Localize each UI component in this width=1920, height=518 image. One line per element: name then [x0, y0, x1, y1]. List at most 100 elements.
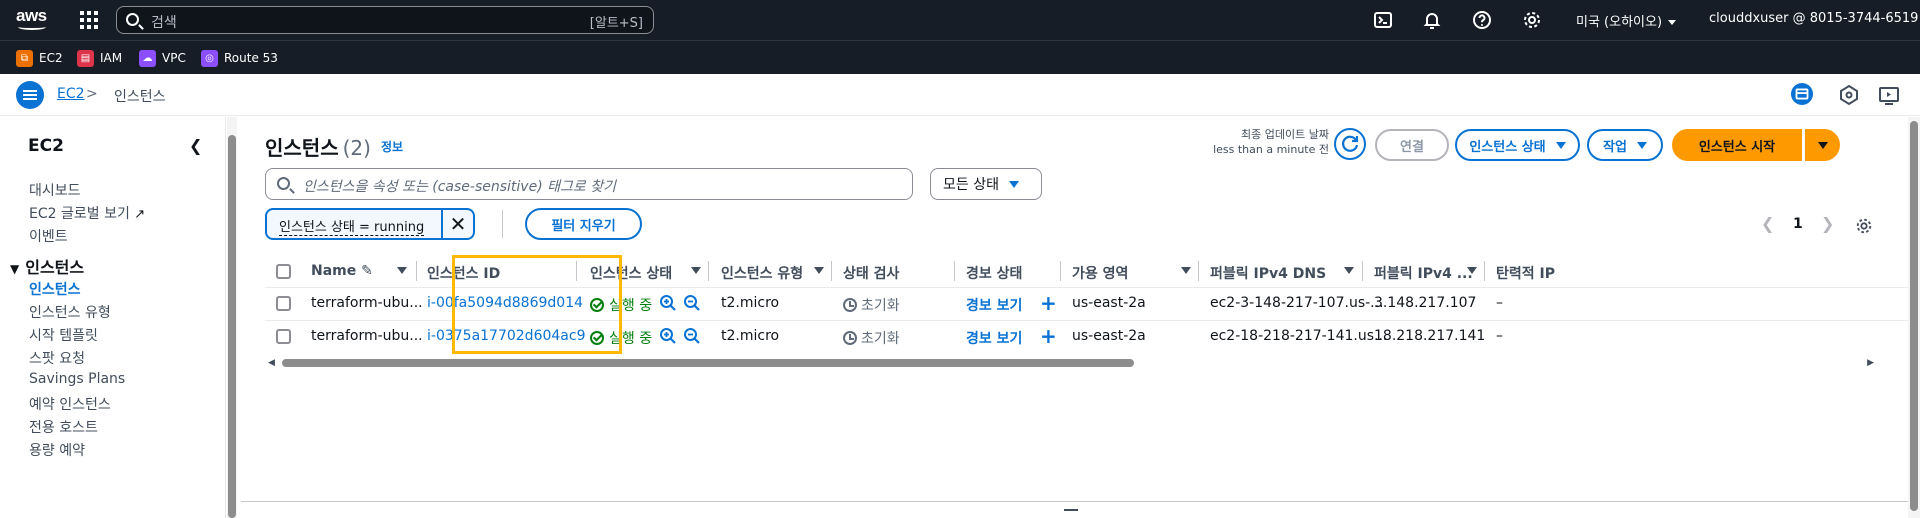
column-divider[interactable]: [954, 261, 955, 281]
sidebar-item-capacity-reservations[interactable]: 용량 예약: [29, 440, 85, 460]
column-name[interactable]: Name ✎: [311, 263, 373, 279]
zoom-in-icon[interactable]: [659, 294, 677, 312]
main-scrollbar[interactable]: [1908, 117, 1920, 518]
clear-filters-button[interactable]: 필터 지우기: [525, 208, 642, 240]
aws-logo[interactable]: aws: [16, 7, 50, 33]
column-divider[interactable]: [708, 261, 709, 281]
view-alarms-link[interactable]: 경보 보기: [966, 328, 1022, 348]
column-alarm-status[interactable]: 경보 상태: [966, 263, 1022, 283]
instance-search-input[interactable]: 인스턴스을 속성 또는 (case-sensitive) 태그로 찾기: [265, 168, 913, 200]
sort-caret-icon[interactable]: [691, 267, 701, 274]
menu-icon[interactable]: [16, 81, 44, 109]
tutorial-icon[interactable]: [1878, 84, 1900, 106]
column-divider[interactable]: [1198, 261, 1199, 281]
sort-caret-icon[interactable]: [1181, 267, 1191, 274]
iam-icon: ▤: [77, 49, 94, 67]
divider: [502, 210, 503, 238]
view-alarms-link[interactable]: 경보 보기: [966, 295, 1022, 315]
breadcrumb-bar: EC2 > 인스턴스: [0, 74, 1920, 116]
favorite-iam[interactable]: ▤ IAM: [77, 49, 122, 67]
zoom-out-icon[interactable]: [683, 327, 701, 345]
bell-icon[interactable]: [1422, 10, 1442, 30]
column-public-dns[interactable]: 퍼블릭 IPv4 DNS: [1210, 263, 1326, 283]
cell-availability-zone: us-east-2a: [1072, 328, 1146, 344]
breadcrumb-ec2[interactable]: EC2: [57, 86, 85, 102]
scrollbar-thumb[interactable]: [282, 359, 1134, 367]
remove-filter-icon[interactable]: ✕: [441, 208, 473, 240]
column-divider[interactable]: [1060, 261, 1061, 281]
column-divider[interactable]: [1484, 261, 1485, 281]
scroll-right-icon[interactable]: ▶: [1867, 358, 1874, 368]
column-status-check[interactable]: 상태 검사: [843, 263, 899, 283]
next-page-icon[interactable]: ❯: [1821, 214, 1834, 233]
select-all-checkbox[interactable]: [276, 264, 291, 279]
page-number[interactable]: 1: [1793, 216, 1803, 232]
scrollbar-thumb[interactable]: [228, 135, 236, 518]
favorite-route53[interactable]: ◎ Route 53: [201, 49, 278, 67]
sidebar-item-global-view[interactable]: EC2 글로벌 보기 ↗: [29, 203, 145, 223]
sort-caret-icon[interactable]: [1344, 267, 1354, 274]
scroll-left-icon[interactable]: ◀: [268, 358, 275, 368]
state-filter-select[interactable]: 모든 상태: [930, 168, 1042, 200]
sidebar-item-spot-requests[interactable]: 스팟 요청: [29, 348, 85, 368]
sort-caret-icon[interactable]: [1467, 267, 1477, 274]
filter-token[interactable]: 인스턴스 상태 = running ✕: [265, 208, 475, 240]
sidebar-item-events[interactable]: 이벤트: [29, 226, 68, 246]
sidebar-item-instances[interactable]: 인스턴스: [29, 279, 81, 299]
info-link[interactable]: 정보: [381, 138, 403, 155]
sidebar-item-dedicated-hosts[interactable]: 전용 호스트: [29, 417, 98, 437]
help-icon[interactable]: [1472, 10, 1492, 30]
column-divider[interactable]: [416, 261, 417, 281]
zoom-in-icon[interactable]: [659, 327, 677, 345]
scrollbar-thumb[interactable]: [1910, 121, 1918, 511]
row-checkbox[interactable]: [276, 296, 291, 311]
notifications-icon[interactable]: [1838, 84, 1860, 106]
connect-button[interactable]: 연결: [1375, 129, 1449, 161]
column-elastic-ip[interactable]: 탄력적 IP: [1496, 263, 1555, 283]
launch-instance-dropdown[interactable]: [1805, 129, 1840, 161]
sidebar-item-savings-plans[interactable]: Savings Plans: [29, 371, 125, 387]
favorite-vpc[interactable]: ☁ VPC: [139, 49, 186, 67]
add-alarm-icon[interactable]: +: [1040, 291, 1057, 315]
favorite-ec2[interactable]: ⧉ EC2: [16, 49, 63, 67]
launch-instance-button[interactable]: 인스턴스 시작: [1672, 129, 1802, 161]
services-grid-icon[interactable]: [80, 11, 98, 29]
actions-button[interactable]: 작업: [1587, 129, 1663, 161]
sidebar-item-instance-types[interactable]: 인스턴스 유형: [29, 302, 111, 322]
refresh-button[interactable]: [1334, 128, 1366, 160]
panel-toggle-icon[interactable]: [1791, 83, 1813, 105]
sidebar-section-instances[interactable]: ▼ 인스턴스: [10, 254, 84, 278]
row-checkbox[interactable]: [276, 329, 291, 344]
instance-state-button-label: 인스턴스 상태: [1469, 139, 1546, 155]
sidebar-scrollbar[interactable]: [227, 117, 237, 518]
gear-icon[interactable]: [1522, 10, 1542, 30]
caret-down-icon: ▼: [10, 262, 20, 276]
column-divider[interactable]: [1362, 261, 1363, 281]
search-shortcut: [알트+S]: [589, 16, 643, 31]
cloudshell-icon[interactable]: [1373, 10, 1393, 30]
zoom-out-icon[interactable]: [683, 294, 701, 312]
cell-public-dns: ec2-3-148-217-107.us-...: [1210, 295, 1384, 311]
global-search-input[interactable]: 검색 [알트+S]: [116, 6, 654, 34]
column-availability-zone[interactable]: 가용 영역: [1072, 263, 1128, 283]
sort-caret-icon[interactable]: [397, 267, 407, 274]
sidebar-item-dashboard[interactable]: 대시보드: [29, 180, 81, 200]
column-instance-type[interactable]: 인스턴스 유형: [721, 263, 803, 283]
split-panel-handle-icon[interactable]: [1064, 509, 1078, 511]
sidebar-item-reserved-instances[interactable]: 예약 인스턴스: [29, 394, 111, 414]
column-public-ipv4[interactable]: 퍼블릭 IPv4 ...: [1374, 263, 1473, 283]
account-menu[interactable]: clouddxuser @ 8015-3744-6519: [1709, 11, 1920, 26]
chevron-left-icon[interactable]: ❮: [189, 136, 202, 155]
column-divider[interactable]: [831, 261, 832, 281]
prev-page-icon[interactable]: ❮: [1761, 214, 1774, 233]
region-selector[interactable]: 미국 (오하이오): [1576, 11, 1677, 30]
breadcrumb-current: 인스턴스: [114, 89, 166, 105]
instance-state-button[interactable]: 인스턴스 상태: [1455, 129, 1580, 161]
aws-logo-text: aws: [16, 6, 47, 25]
instance-id-highlight: [452, 255, 622, 354]
table-horizontal-scrollbar[interactable]: ◀ ▶: [264, 357, 1878, 369]
sidebar-item-launch-templates[interactable]: 시작 템플릿: [29, 325, 98, 345]
settings-icon[interactable]: [1855, 217, 1873, 235]
sort-caret-icon[interactable]: [814, 267, 824, 274]
add-alarm-icon[interactable]: +: [1040, 324, 1057, 348]
